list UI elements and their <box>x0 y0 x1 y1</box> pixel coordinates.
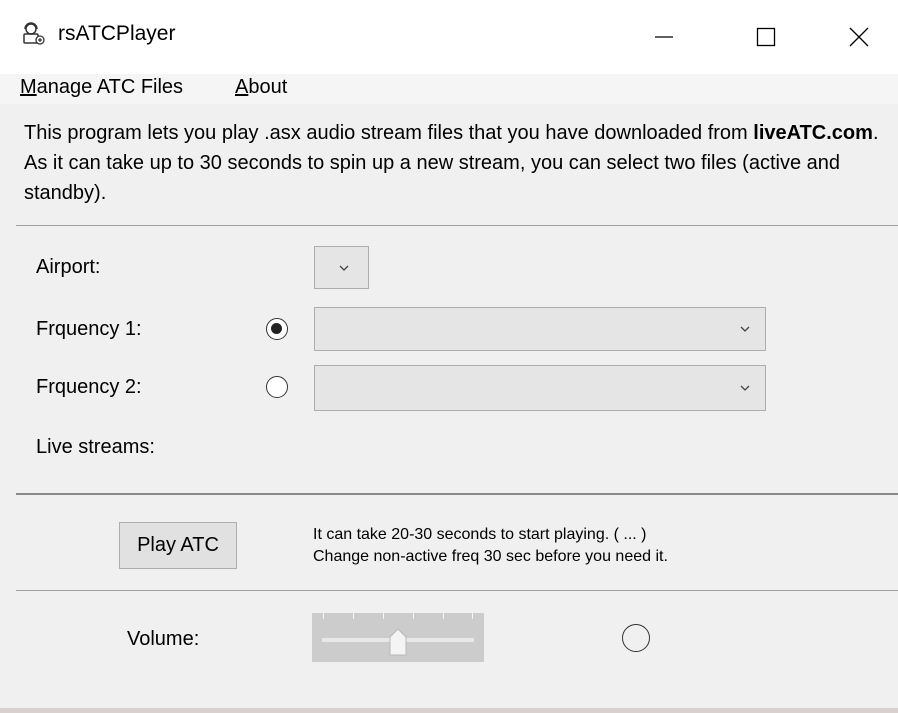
menu-accelerator: A <box>235 76 249 98</box>
play-info-line2: Change non-active freq 30 sec before you… <box>313 548 668 565</box>
description-text: This program lets you play .asx audio st… <box>24 118 894 208</box>
live-streams-label: Live streams: <box>36 436 155 458</box>
frequency1-radio[interactable] <box>266 318 288 340</box>
frequency1-label: Frquency 1: <box>36 318 142 340</box>
maximize-icon <box>756 27 776 47</box>
title-bar[interactable]: rsATCPlayer <box>0 0 898 74</box>
menu-label: anage ATC Files <box>36 76 184 98</box>
minimize-button[interactable] <box>633 0 695 74</box>
app-icon <box>22 22 46 46</box>
play-info-line1: It can take 20-30 seconds to start playi… <box>313 526 647 543</box>
status-indicator <box>622 624 650 652</box>
slider-tick <box>472 613 473 619</box>
slider-tick <box>383 613 384 619</box>
menu-accelerator: M <box>20 76 37 98</box>
window-title: rsATCPlayer <box>58 22 176 45</box>
menu-about[interactable]: About <box>235 76 287 99</box>
menu-manage-atc-files[interactable]: Manage ATC Files <box>20 76 183 99</box>
airport-label: Airport: <box>36 256 101 278</box>
slider-thumb[interactable] <box>388 627 408 662</box>
radio-selected-dot <box>271 323 282 334</box>
frequency2-radio[interactable] <box>266 376 288 398</box>
frequency2-label: Frquency 2: <box>36 376 142 398</box>
chevron-down-icon <box>739 320 751 338</box>
divider <box>16 225 898 226</box>
play-atc-button[interactable]: Play ATC <box>119 522 237 569</box>
close-icon <box>849 27 869 47</box>
slider-tick <box>323 613 324 619</box>
play-info: It can take 20-30 seconds to start playi… <box>313 524 668 568</box>
menu-bar: Manage ATC Files About <box>0 74 898 104</box>
chevron-down-icon <box>739 379 751 397</box>
airport-dropdown[interactable] <box>314 246 369 289</box>
description-part1: This program lets you play .asx audio st… <box>24 122 754 144</box>
frequency2-dropdown[interactable] <box>314 365 766 411</box>
volume-label: Volume: <box>127 628 200 650</box>
volume-slider[interactable] <box>312 613 484 662</box>
close-button[interactable] <box>828 0 890 74</box>
chevron-down-icon <box>338 259 350 277</box>
window-bottom-edge <box>0 708 898 713</box>
divider <box>16 493 898 495</box>
menu-label: bout <box>248 76 288 98</box>
app-window: rsATCPlayer Manage ATC Files About This … <box>0 0 898 713</box>
divider <box>16 590 898 591</box>
minimize-icon <box>655 36 673 38</box>
description-site: liveATC.com <box>753 122 873 144</box>
slider-tick <box>353 613 354 619</box>
slider-tick <box>443 613 444 619</box>
maximize-button[interactable] <box>735 0 797 74</box>
slider-tick <box>413 613 414 619</box>
frequency1-dropdown[interactable] <box>314 307 766 351</box>
